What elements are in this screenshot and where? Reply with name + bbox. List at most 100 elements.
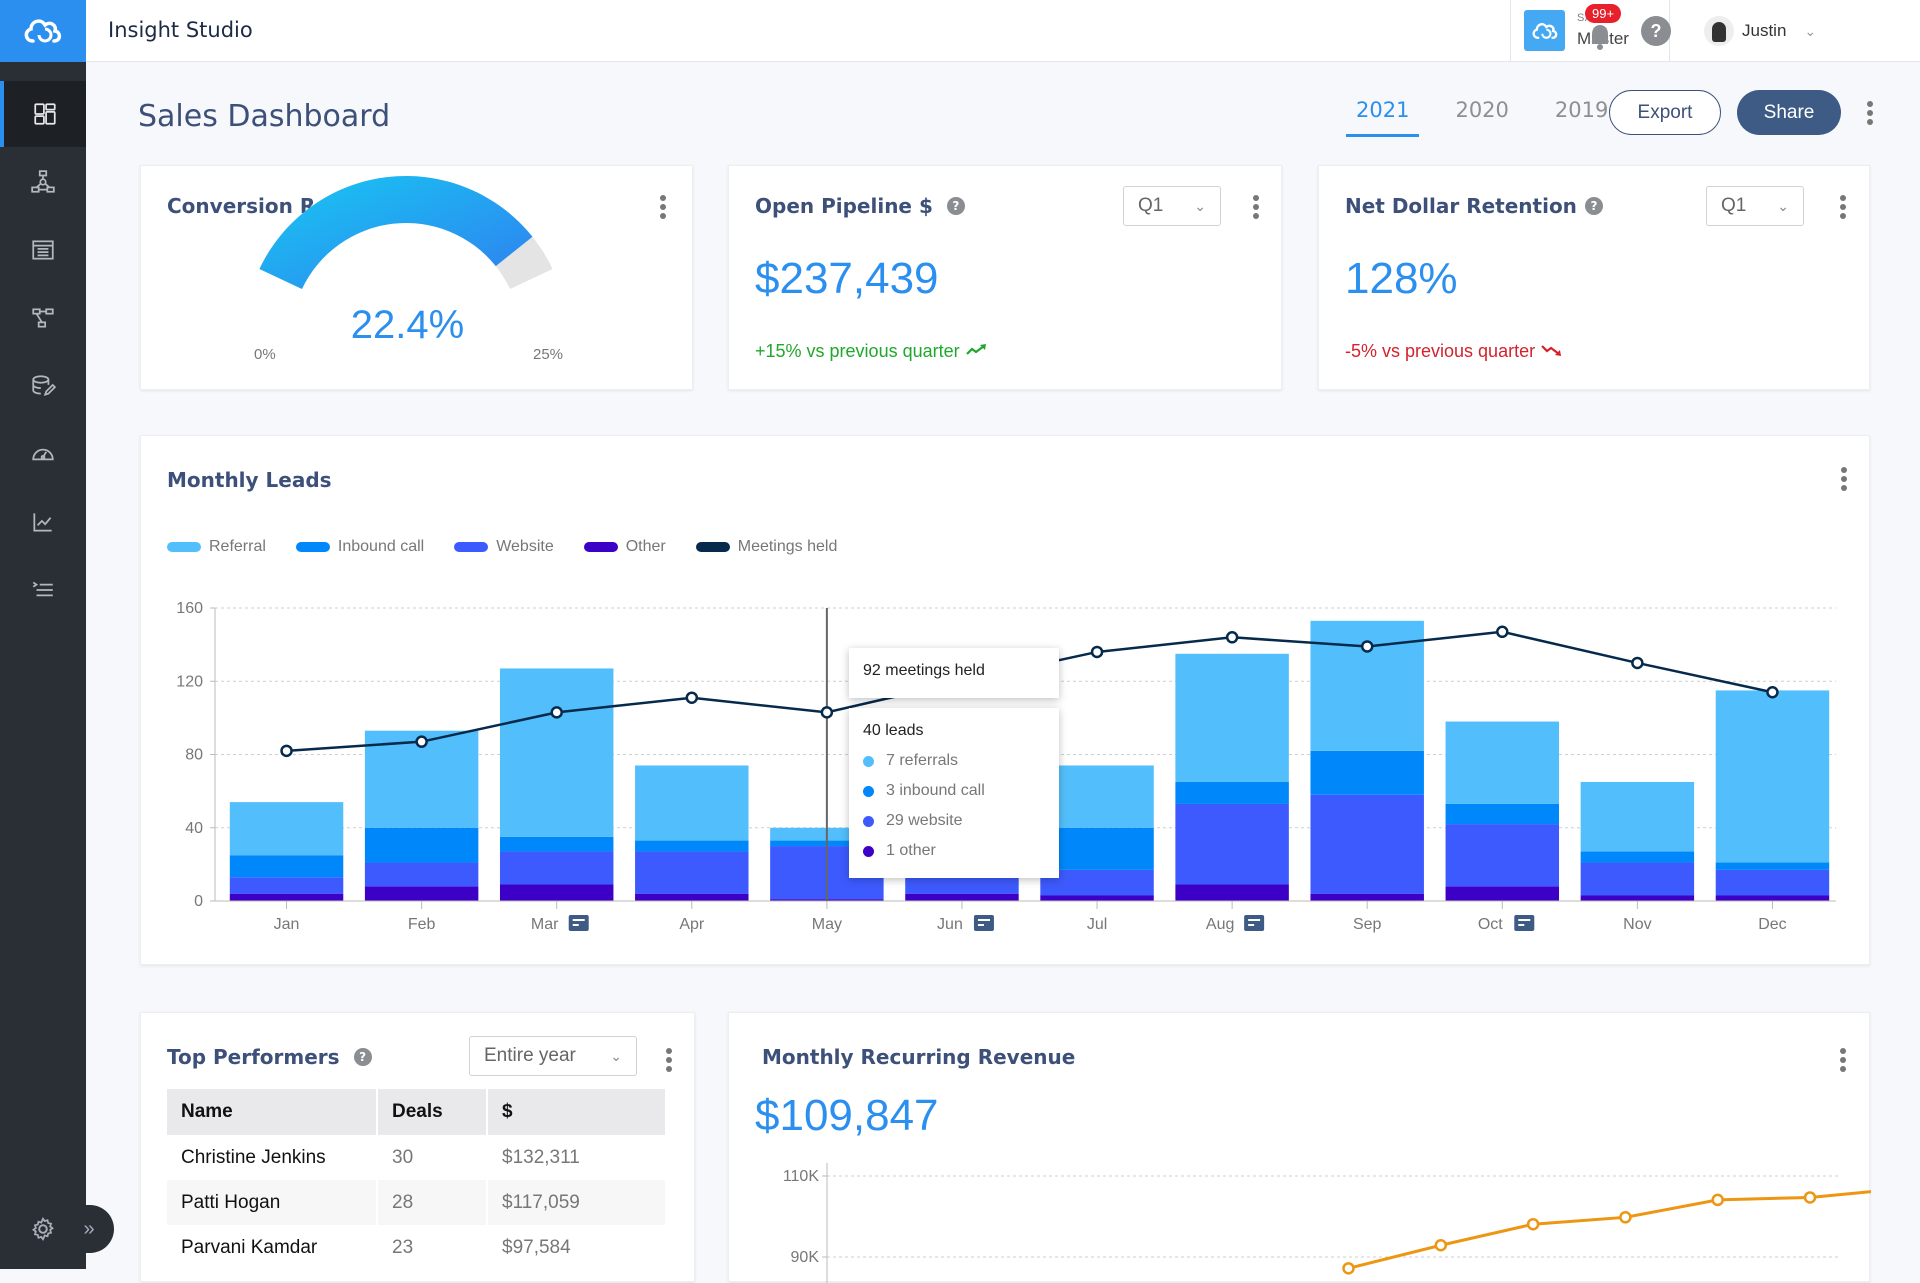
mrr-point-sep[interactable] bbox=[1619, 1211, 1632, 1224]
bar-other-oct[interactable] bbox=[1445, 886, 1560, 901]
bar-other-sep[interactable] bbox=[1310, 893, 1424, 901]
help-icon[interactable]: ? bbox=[353, 1048, 372, 1066]
card-more-button[interactable] bbox=[1246, 192, 1266, 222]
bar-other-jul[interactable] bbox=[1040, 895, 1154, 901]
bar-referral-oct[interactable] bbox=[1445, 721, 1560, 804]
sidebar-item-workflow[interactable] bbox=[0, 285, 86, 351]
bar-website-oct[interactable] bbox=[1445, 824, 1560, 887]
sidebar-item-speed[interactable] bbox=[0, 421, 86, 487]
bar-other-jun[interactable] bbox=[905, 893, 1019, 901]
bar-referral-jan[interactable] bbox=[229, 802, 344, 856]
meetings-point-jan[interactable] bbox=[280, 744, 293, 758]
mrr-line bbox=[1348, 1190, 1871, 1270]
meetings-point-may[interactable] bbox=[820, 706, 834, 719]
performers-period-select[interactable]: Entire year ⌄ bbox=[469, 1036, 637, 1076]
table-row[interactable]: Patti Hogan 28 $117,059 bbox=[167, 1180, 667, 1225]
x-tick-label: Mar bbox=[531, 916, 559, 933]
card-title: Top Performers? bbox=[167, 1045, 372, 1069]
mrr-point-nov[interactable] bbox=[1803, 1191, 1817, 1204]
bar-other-dec[interactable] bbox=[1715, 895, 1830, 901]
dot bbox=[666, 1066, 672, 1072]
bar-other-mar[interactable] bbox=[499, 884, 614, 901]
meetings-point-mar[interactable] bbox=[550, 706, 563, 719]
bar-website-aug[interactable] bbox=[1175, 803, 1289, 885]
bar-website-feb[interactable] bbox=[364, 862, 479, 887]
help-button[interactable]: ? bbox=[1641, 16, 1671, 46]
user-name: Justin bbox=[1742, 21, 1787, 40]
bar-referral-apr[interactable] bbox=[635, 765, 749, 841]
bar-inbound-call-aug[interactable] bbox=[1175, 781, 1289, 804]
annotation-note-icon[interactable] bbox=[1244, 915, 1265, 931]
bar-inbound-call-nov[interactable] bbox=[1580, 851, 1695, 863]
sidebar-item-dashboard[interactable] bbox=[0, 81, 86, 147]
bar-inbound-call-mar[interactable] bbox=[499, 836, 614, 852]
meetings-point-jul[interactable] bbox=[1090, 645, 1104, 659]
card-more-button[interactable] bbox=[1833, 192, 1853, 222]
meetings-point-apr[interactable] bbox=[685, 691, 699, 704]
bar-website-mar[interactable] bbox=[499, 851, 614, 885]
bar-inbound-call-oct[interactable] bbox=[1445, 803, 1560, 825]
bar-website-apr[interactable] bbox=[635, 851, 749, 894]
column-header-deals[interactable]: Deals bbox=[377, 1089, 488, 1135]
pipeline-period-select[interactable]: Q1 ⌄ bbox=[1123, 186, 1221, 226]
tab-2021[interactable]: 2021 bbox=[1346, 98, 1420, 137]
bar-referral-nov[interactable] bbox=[1580, 781, 1695, 852]
bar-referral-aug[interactable] bbox=[1175, 653, 1289, 782]
bar-referral-mar[interactable] bbox=[499, 668, 614, 837]
meetings-point-feb[interactable] bbox=[415, 735, 428, 748]
sidebar-item-list[interactable] bbox=[0, 217, 86, 283]
meetings-point-nov[interactable] bbox=[1631, 656, 1644, 670]
mrr-point-aug[interactable] bbox=[1526, 1217, 1540, 1231]
table-row[interactable]: Parvani Kamdar 23 $97,584 bbox=[167, 1225, 667, 1270]
bar-website-nov[interactable] bbox=[1580, 862, 1695, 896]
card-more-button[interactable] bbox=[659, 1045, 679, 1075]
bar-inbound-call-feb[interactable] bbox=[364, 827, 479, 863]
mrr-point-oct[interactable] bbox=[1711, 1193, 1724, 1207]
share-button[interactable]: Share bbox=[1737, 90, 1841, 135]
sidebar-item-console[interactable] bbox=[0, 557, 86, 623]
delta-text: +15% vs previous quarter bbox=[755, 341, 960, 361]
bar-website-sep[interactable] bbox=[1310, 794, 1424, 894]
ndr-title: Net Dollar Retention bbox=[1345, 194, 1577, 218]
help-icon[interactable]: ? bbox=[1584, 197, 1603, 215]
annotation-note-icon[interactable] bbox=[973, 915, 994, 931]
sidebar bbox=[0, 0, 86, 1269]
page-more-button[interactable] bbox=[1860, 98, 1880, 128]
sidebar-expand-button[interactable]: » bbox=[64, 1205, 114, 1253]
app-logo[interactable] bbox=[0, 0, 86, 62]
tab-2020[interactable]: 2020 bbox=[1445, 98, 1518, 137]
sidebar-item-analytics[interactable] bbox=[0, 489, 86, 555]
bar-other-jan[interactable] bbox=[229, 893, 344, 901]
annotation-note-icon[interactable] bbox=[568, 915, 589, 931]
bar-inbound-call-apr[interactable] bbox=[635, 840, 749, 852]
bar-referral-dec[interactable] bbox=[1715, 690, 1830, 863]
bar-other-aug[interactable] bbox=[1175, 884, 1289, 901]
meetings-point-aug[interactable] bbox=[1225, 631, 1239, 644]
help-icon[interactable]: ? bbox=[946, 197, 965, 215]
user-menu[interactable]: Justin ⌄ bbox=[1704, 14, 1816, 48]
bar-website-dec[interactable] bbox=[1715, 869, 1830, 896]
mrr-point-jun[interactable] bbox=[1342, 1262, 1355, 1275]
bar-inbound-call-sep[interactable] bbox=[1310, 750, 1424, 795]
bar-other-nov[interactable] bbox=[1580, 895, 1695, 901]
export-button[interactable]: Export bbox=[1609, 90, 1721, 135]
column-header-amount[interactable]: $ bbox=[487, 1089, 667, 1135]
sidebar-item-data-edit[interactable] bbox=[0, 353, 86, 419]
sidebar-item-hierarchy[interactable] bbox=[0, 149, 86, 215]
ndr-period-select[interactable]: Q1 ⌄ bbox=[1706, 186, 1804, 226]
mrr-point-jul[interactable] bbox=[1434, 1239, 1448, 1252]
meetings-point-oct[interactable] bbox=[1496, 625, 1509, 639]
tab-2019[interactable]: 2019 bbox=[1545, 98, 1618, 137]
tooltip-leads: 40 leads 7 referrals 3 inbound call 29 w… bbox=[849, 708, 1059, 878]
bar-other-apr[interactable] bbox=[635, 893, 749, 901]
bar-website-jan[interactable] bbox=[229, 877, 344, 894]
mrr-chart: 90K 110K bbox=[783, 1163, 1871, 1283]
bar-other-feb[interactable] bbox=[364, 886, 479, 901]
bar-inbound-call-jan[interactable] bbox=[229, 855, 344, 878]
column-header-name[interactable]: Name bbox=[167, 1089, 378, 1135]
annotation-note-icon[interactable] bbox=[1514, 915, 1535, 931]
meetings-point-dec[interactable] bbox=[1766, 685, 1779, 699]
meetings-point-sep[interactable] bbox=[1360, 640, 1374, 653]
table-row[interactable]: Christine Jenkins 30 $132,311 bbox=[167, 1135, 667, 1180]
bar-inbound-call-dec[interactable] bbox=[1715, 862, 1830, 870]
